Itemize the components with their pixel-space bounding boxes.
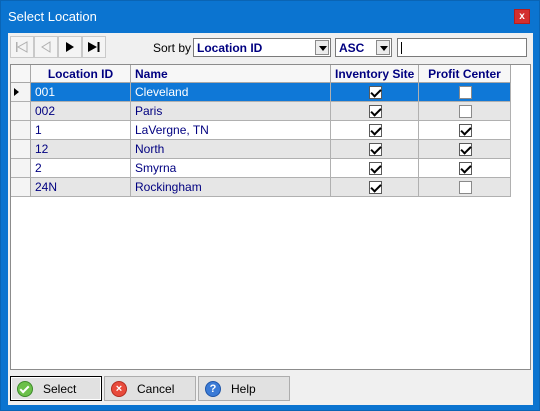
sort-field-select[interactable]: Location ID bbox=[193, 38, 331, 57]
cancel-icon: × bbox=[111, 380, 127, 397]
row-indicator bbox=[11, 83, 31, 102]
cell-profit-center[interactable] bbox=[419, 159, 511, 178]
row-indicator bbox=[11, 178, 31, 197]
profit-center-checkbox[interactable] bbox=[459, 181, 472, 194]
inventory-site-checkbox[interactable] bbox=[369, 124, 382, 137]
table-row[interactable]: 002 Paris bbox=[11, 102, 511, 121]
cell-inventory-site[interactable] bbox=[331, 83, 419, 102]
table-row[interactable]: 12 North bbox=[11, 140, 511, 159]
select-button[interactable]: Select bbox=[10, 376, 102, 401]
cell-name[interactable]: North bbox=[131, 140, 331, 159]
profit-center-checkbox[interactable] bbox=[459, 162, 472, 175]
inventory-site-checkbox[interactable] bbox=[369, 181, 382, 194]
cancel-button-label: Cancel bbox=[137, 381, 175, 396]
text-caret bbox=[401, 42, 402, 54]
next-record-icon bbox=[66, 42, 74, 52]
toolbar: Sort by Location ID ASC bbox=[8, 33, 533, 61]
chevron-down-icon[interactable] bbox=[315, 40, 329, 55]
column-header-label: Location ID bbox=[47, 67, 114, 81]
profit-center-checkbox[interactable] bbox=[459, 105, 472, 118]
select-location-window: Select Location x Sort by Location ID AS… bbox=[0, 0, 540, 411]
inventory-site-checkbox[interactable] bbox=[369, 105, 382, 118]
current-row-arrow-icon bbox=[14, 88, 19, 96]
cell-profit-center[interactable] bbox=[419, 121, 511, 140]
cell-name[interactable]: LaVergne, TN bbox=[131, 121, 331, 140]
table-row[interactable]: 001 Cleveland bbox=[11, 83, 511, 102]
inventory-site-checkbox[interactable] bbox=[369, 162, 382, 175]
help-icon: ? bbox=[205, 380, 221, 397]
table-row[interactable]: 2 Smyrna bbox=[11, 159, 511, 178]
cancel-button[interactable]: × Cancel bbox=[104, 376, 196, 401]
cell-profit-center[interactable] bbox=[419, 102, 511, 121]
cell-name[interactable]: Paris bbox=[131, 102, 331, 121]
cell-profit-center[interactable] bbox=[419, 140, 511, 159]
sort-order-value: ASC bbox=[339, 41, 365, 55]
last-record-button[interactable] bbox=[82, 36, 106, 58]
select-button-label: Select bbox=[43, 381, 77, 396]
cell-profit-center[interactable] bbox=[419, 178, 511, 197]
cell-inventory-site[interactable] bbox=[331, 102, 419, 121]
title-bar[interactable]: Select Location x bbox=[1, 1, 539, 31]
record-navigator bbox=[10, 36, 108, 58]
help-button[interactable]: ? Help bbox=[198, 376, 290, 401]
table-row[interactable]: 1 LaVergne, TN bbox=[11, 121, 511, 140]
first-record-button[interactable] bbox=[10, 36, 34, 58]
cell-inventory-site[interactable] bbox=[331, 121, 419, 140]
profit-center-checkbox[interactable] bbox=[459, 143, 472, 156]
cell-profit-center[interactable] bbox=[419, 83, 511, 102]
cell-inventory-site[interactable] bbox=[331, 178, 419, 197]
column-header-profit-center[interactable]: Profit Center bbox=[419, 65, 511, 83]
chevron-down-icon[interactable] bbox=[376, 40, 390, 55]
help-button-label: Help bbox=[231, 381, 256, 396]
cell-location-id[interactable]: 2 bbox=[31, 159, 131, 178]
cell-name[interactable]: Smyrna bbox=[131, 159, 331, 178]
cell-location-id[interactable]: 001 bbox=[31, 83, 131, 102]
grid-header: Location ID Name Inventory Site Profit C… bbox=[11, 65, 511, 84]
first-record-icon bbox=[16, 41, 28, 53]
sort-order-select[interactable]: ASC bbox=[335, 38, 392, 57]
inventory-site-checkbox[interactable] bbox=[369, 86, 382, 99]
search-input[interactable] bbox=[397, 38, 527, 57]
inventory-site-checkbox[interactable] bbox=[369, 143, 382, 156]
sort-by-label: Sort by bbox=[153, 41, 192, 55]
close-button[interactable]: x bbox=[514, 9, 530, 24]
row-indicator bbox=[11, 121, 31, 140]
profit-center-checkbox[interactable] bbox=[459, 124, 472, 137]
cell-location-id[interactable]: 1 bbox=[31, 121, 131, 140]
cell-inventory-site[interactable] bbox=[331, 159, 419, 178]
window-title: Select Location bbox=[8, 9, 97, 24]
checkmark-icon bbox=[17, 380, 33, 397]
profit-center-checkbox[interactable] bbox=[459, 86, 472, 99]
button-bar: Select × Cancel ? Help bbox=[10, 376, 531, 401]
dialog-body: Sort by Location ID ASC Location ID Name… bbox=[8, 33, 533, 405]
last-record-icon bbox=[88, 42, 100, 52]
cell-inventory-site[interactable] bbox=[331, 140, 419, 159]
cell-name[interactable]: Cleveland bbox=[131, 83, 331, 102]
column-header-name[interactable]: Name bbox=[131, 65, 331, 83]
column-header-location-id[interactable]: Location ID bbox=[31, 65, 145, 83]
cell-name[interactable]: Rockingham bbox=[131, 178, 331, 197]
cell-location-id[interactable]: 002 bbox=[31, 102, 131, 121]
row-indicator bbox=[11, 140, 31, 159]
row-indicator bbox=[11, 102, 31, 121]
previous-record-icon bbox=[41, 41, 51, 53]
previous-record-button[interactable] bbox=[34, 36, 58, 58]
row-indicator-header bbox=[11, 65, 31, 83]
row-indicator bbox=[11, 159, 31, 178]
next-record-button[interactable] bbox=[58, 36, 82, 58]
table-row[interactable]: 24N Rockingham bbox=[11, 178, 511, 197]
cell-location-id[interactable]: 12 bbox=[31, 140, 131, 159]
sort-field-value: Location ID bbox=[197, 41, 263, 55]
locations-grid[interactable]: Location ID Name Inventory Site Profit C… bbox=[10, 64, 531, 370]
column-header-inventory-site[interactable]: Inventory Site bbox=[331, 65, 419, 83]
cell-location-id[interactable]: 24N bbox=[31, 178, 131, 197]
